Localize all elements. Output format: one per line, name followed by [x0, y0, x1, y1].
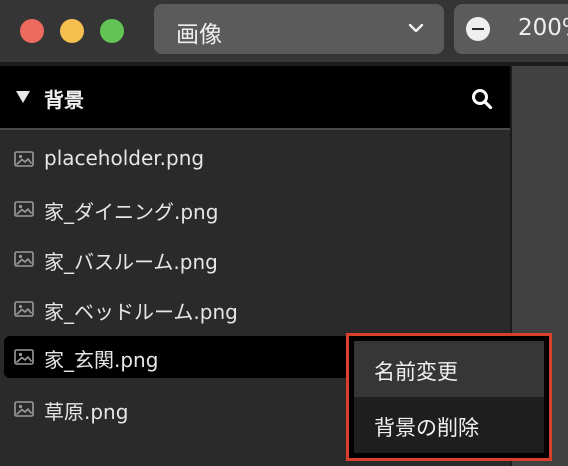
title-bar: 画像 200%	[0, 0, 568, 62]
image-file-icon	[14, 251, 34, 267]
menu-item-label: 名前変更	[374, 360, 458, 384]
file-list-item[interactable]: 家_ダイニング.png	[4, 188, 510, 230]
menu-item-label: 背景の削除	[374, 416, 479, 440]
file-name: 家_ダイニング.png	[44, 200, 219, 224]
file-list-item[interactable]: 家_ベッドルーム.png	[4, 288, 510, 330]
file-name: 家_ベッドルーム.png	[44, 300, 238, 324]
minimize-window-button[interactable]	[60, 19, 84, 43]
file-list-item[interactable]: 家_バスルーム.png	[4, 238, 510, 280]
file-name: 家_玄関.png	[44, 348, 159, 372]
file-list-item[interactable]: placeholder.png	[4, 138, 510, 180]
menu-item-rename[interactable]: 名前変更	[354, 341, 544, 397]
chevron-down-icon	[408, 23, 424, 33]
file-name: 草原.png	[44, 400, 129, 424]
menu-item-delete-background[interactable]: 背景の削除	[354, 397, 544, 453]
context-menu: 名前変更 背景の削除	[346, 333, 552, 461]
image-file-icon	[14, 151, 34, 167]
image-file-icon	[14, 401, 34, 417]
disclosure-triangle-icon[interactable]	[16, 91, 30, 103]
zoom-out-icon[interactable]	[466, 17, 490, 41]
asset-type-select[interactable]: 画像	[154, 4, 444, 54]
asset-type-select-value: 画像	[176, 22, 222, 48]
maximize-window-button[interactable]	[100, 19, 124, 43]
close-window-button[interactable]	[20, 19, 44, 43]
section-header-backgrounds[interactable]: 背景	[0, 66, 510, 128]
file-name: placeholder.png	[44, 146, 205, 170]
image-file-icon	[14, 349, 34, 365]
section-title: 背景	[44, 88, 84, 112]
search-icon[interactable]	[471, 88, 493, 110]
header-divider	[0, 128, 510, 130]
context-menu-body: 名前変更 背景の削除	[354, 341, 544, 453]
file-name: 家_バスルーム.png	[44, 250, 218, 274]
image-file-icon	[14, 201, 34, 217]
zoom-level: 200%	[518, 15, 568, 41]
zoom-control: 200%	[454, 4, 568, 54]
image-file-icon	[14, 301, 34, 317]
